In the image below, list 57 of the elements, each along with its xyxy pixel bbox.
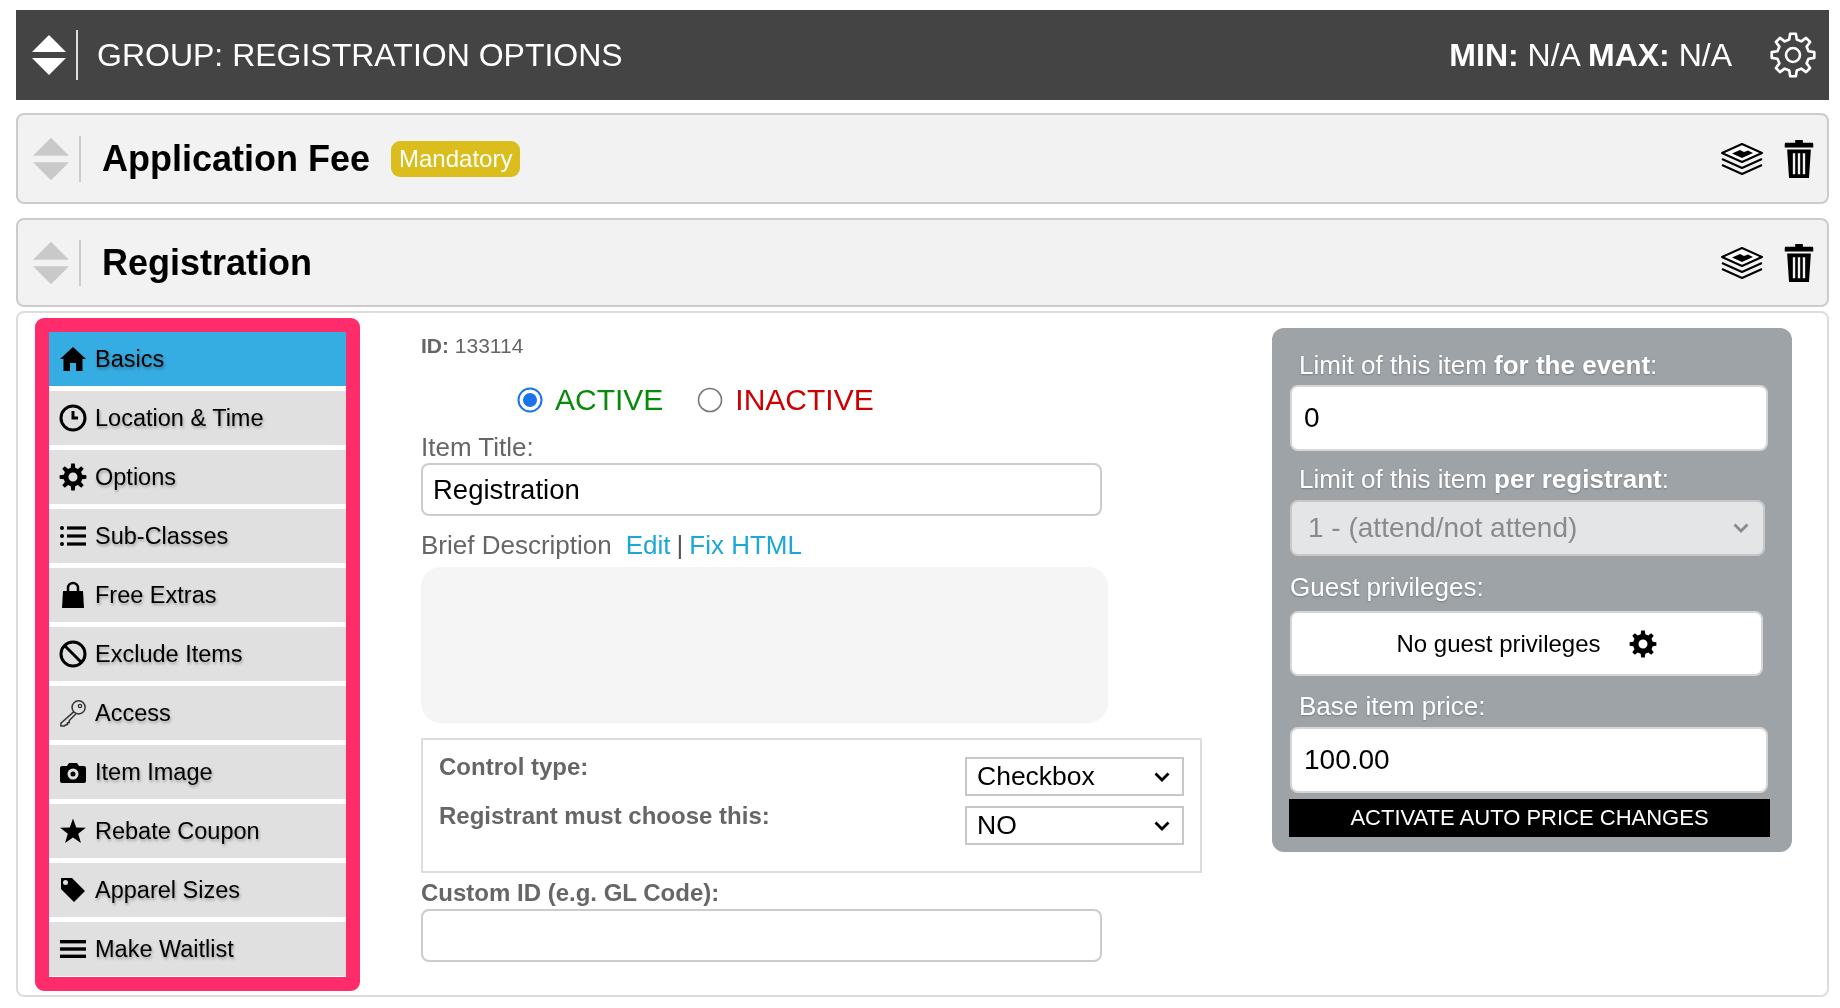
radio-button[interactable] [697, 387, 724, 413]
sidebar-item[interactable]: Apparel Sizes [49, 863, 346, 917]
chevron-down-icon [1154, 771, 1170, 782]
chevron-down-icon [1154, 820, 1170, 831]
sidebar-item[interactable]: Basics [49, 332, 346, 386]
shopping-bag-icon [59, 581, 87, 609]
key-icon [59, 699, 87, 727]
field-label: Guest privileges: [1290, 572, 1484, 602]
gear-icon [59, 463, 87, 491]
tag-icon [59, 876, 87, 904]
sidebar-item[interactable]: Rebate Coupon [49, 804, 346, 858]
prohibited-icon [59, 640, 87, 668]
sidebar-item[interactable]: Item Image [49, 745, 346, 799]
guest-privileges-button[interactable]: No guest privileges [1290, 611, 1763, 676]
radio-button[interactable] [517, 387, 543, 413]
sidebar-item[interactable]: Access [49, 686, 346, 740]
item-title: Registration [102, 241, 313, 284]
item-badge: Mandatory [391, 140, 521, 177]
setting-label: Registrant must choose this: [439, 802, 770, 830]
settings-icon[interactable] [1770, 32, 1816, 78]
field-label: Base item price: [1298, 691, 1486, 721]
sidebar-item[interactable]: Location & Time [49, 391, 346, 445]
field-label: Brief Description [421, 530, 612, 560]
min-max-text: MIN: N/A MAX: N/A [1449, 36, 1732, 74]
separator-text: | [676, 529, 684, 561]
dropdown[interactable]: NO [965, 806, 1184, 845]
layers-icon[interactable] [1720, 140, 1764, 177]
field-label: Custom ID (e.g. GL Code): [421, 879, 720, 907]
sidebar-item[interactable]: Sub-Classes [49, 509, 346, 563]
input-field[interactable]: 0 [1290, 385, 1768, 451]
status-label[interactable]: INACTIVE [735, 383, 874, 417]
auto-price-button[interactable]: ACTIVATE AUTO PRICE CHANGES [1289, 799, 1770, 837]
clock-icon [59, 404, 87, 432]
field-label: Limit of this item per registrant: [1298, 464, 1669, 494]
input-field[interactable] [421, 909, 1102, 962]
title-input[interactable]: Registration [421, 463, 1102, 516]
sort-arrows-icon[interactable] [32, 35, 66, 75]
trash-icon[interactable] [1784, 139, 1814, 178]
gear-icon [1628, 629, 1657, 658]
dropdown[interactable]: Checkbox [965, 757, 1184, 796]
sidebar-item[interactable]: Options [49, 450, 346, 504]
group-title: GROUP: REGISTRATION OPTIONS [97, 36, 623, 74]
star-icon [59, 817, 87, 845]
layers-icon[interactable] [1720, 244, 1764, 281]
item-title: Application Fee [102, 137, 371, 180]
sidebar-item[interactable]: Make Waitlist [49, 922, 346, 976]
status-label[interactable]: ACTIVE [555, 383, 664, 417]
sidebar-item[interactable]: Free Extras [49, 568, 346, 622]
home-icon [59, 345, 87, 373]
sidebar-item[interactable]: Exclude Items [49, 627, 346, 681]
field-label: Item Title: [421, 432, 534, 462]
price-input[interactable]: 100.00 [1290, 727, 1768, 793]
field-label: Limit of this item for the event: [1298, 350, 1658, 380]
id-text: ID: 133114 [421, 334, 524, 358]
trash-icon[interactable] [1784, 243, 1814, 282]
setting-label: Control type: [439, 753, 589, 781]
chevron-down-icon [1733, 523, 1749, 533]
